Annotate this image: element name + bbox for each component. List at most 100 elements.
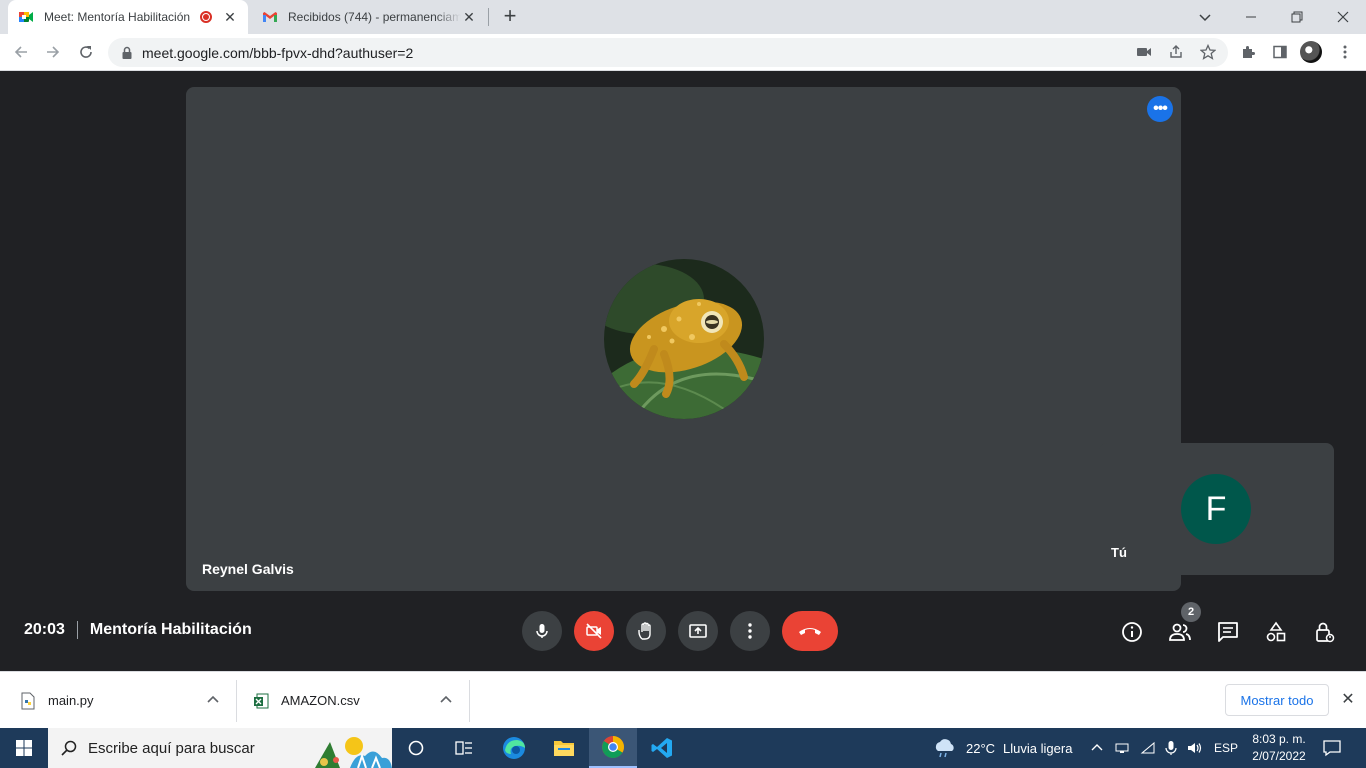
divider <box>236 680 237 722</box>
raise-hand-icon <box>638 622 651 640</box>
chrome-icon <box>602 736 624 758</box>
downloads-bar: main.py AMAZON.csv Mostrar todo ✕ <box>0 671 1366 728</box>
host-controls-button[interactable] <box>1311 619 1337 645</box>
back-arrow-icon[interactable] <box>9 40 33 64</box>
meeting-info-button[interactable] <box>1119 619 1145 645</box>
taskbar-edge[interactable] <box>490 728 538 768</box>
leave-call-button[interactable] <box>782 611 838 651</box>
meeting-time: 20:03 <box>24 621 65 638</box>
task-view-button[interactable] <box>392 728 440 768</box>
participants-count-badge: 2 <box>1181 602 1201 622</box>
edge-browser-icon <box>503 737 525 759</box>
excel-file-icon <box>254 693 269 708</box>
download-item-main-py[interactable]: main.py <box>20 672 94 729</box>
download-filename: main.py <box>48 693 94 708</box>
system-tray-icons[interactable] <box>1090 728 1204 768</box>
side-panel-icon[interactable] <box>1268 40 1292 64</box>
tab-meet[interactable]: Meet: Mentoría Habilitación ✕ <box>8 0 248 34</box>
taskbar-vscode[interactable] <box>638 728 686 768</box>
profile-avatar[interactable] <box>1300 41 1322 63</box>
windows-start-button[interactable] <box>0 728 48 768</box>
self-participant-tile: F Tú <box>1099 443 1334 575</box>
forward-arrow-icon[interactable] <box>41 40 65 64</box>
cortana-circle-icon <box>408 740 424 756</box>
more-vert-icon <box>748 623 752 639</box>
lock-person-icon <box>1316 622 1335 643</box>
restore-button[interactable] <box>1274 0 1320 34</box>
tab-separator <box>488 8 489 26</box>
close-downloads-icon[interactable]: ✕ <box>1338 690 1358 710</box>
taskbar-chrome[interactable] <box>589 728 637 768</box>
present-screen-button[interactable] <box>678 611 718 651</box>
notification-center-icon <box>1323 740 1341 757</box>
volume-icon[interactable] <box>1186 741 1204 755</box>
people-button[interactable] <box>1167 619 1193 645</box>
camera-in-use-icon[interactable] <box>1132 40 1156 64</box>
chat-button[interactable] <box>1215 619 1241 645</box>
address-bar[interactable]: meet.google.com/bbb-fpvx-dhd?authuser=2 <box>108 38 1228 67</box>
present-screen-icon <box>689 624 707 638</box>
input-language[interactable]: ESP <box>1214 728 1238 768</box>
wifi-icon[interactable] <box>1140 741 1156 755</box>
close-tab-icon[interactable]: ✕ <box>461 9 477 25</box>
browser-toolbar: meet.google.com/bbb-fpvx-dhd?authuser=2 <box>0 34 1366 71</box>
notifications-button[interactable] <box>1322 728 1342 768</box>
windows-logo-icon <box>16 740 32 756</box>
system-clock[interactable]: 8:03 p. m. 2/07/2022 <box>1246 731 1312 765</box>
meeting-details: 20:03 Mentoría Habilitación <box>24 621 252 639</box>
microphone-icon <box>536 624 548 638</box>
microphone-icon[interactable] <box>1164 740 1178 756</box>
folder-icon <box>554 741 574 756</box>
meet-stage: ••• Reynel Galvis F Tú 20:03 Mentoría Ha… <box>0 71 1366 671</box>
more-options-icon[interactable]: ••• <box>1147 96 1173 122</box>
minimize-button[interactable] <box>1228 0 1274 34</box>
close-tab-icon[interactable]: ✕ <box>222 9 238 25</box>
task-view-button[interactable] <box>440 728 488 768</box>
download-filename: AMAZON.csv <box>281 693 360 708</box>
frog-photo-image <box>604 259 764 419</box>
chrome-menu-icon[interactable] <box>1333 40 1357 64</box>
taskbar-file-explorer[interactable] <box>540 728 588 768</box>
gmail-icon <box>263 12 277 22</box>
tab-search-icon[interactable] <box>1182 0 1228 34</box>
chevron-up-icon[interactable] <box>205 692 221 708</box>
more-options-button[interactable] <box>730 611 770 651</box>
show-all-downloads-button[interactable]: Mostrar todo <box>1225 684 1329 716</box>
reload-icon[interactable] <box>74 40 98 64</box>
new-tab-button[interactable]: + <box>498 5 522 29</box>
chevron-up-icon[interactable] <box>438 692 454 708</box>
weather-condition: Lluvia ligera <box>1003 740 1073 756</box>
clock-date: 2/07/2022 <box>1252 749 1306 763</box>
network-icon[interactable] <box>1114 741 1130 755</box>
activities-button[interactable] <box>1263 619 1289 645</box>
camera-off-button[interactable] <box>574 611 614 651</box>
browser-tab-strip: Meet: Mentoría Habilitación ✕ Recibidos … <box>0 0 1366 34</box>
self-avatar: F <box>1181 474 1251 544</box>
close-window-button[interactable] <box>1320 0 1366 34</box>
recording-indicator-icon <box>200 11 212 23</box>
share-icon[interactable] <box>1164 40 1188 64</box>
info-icon <box>1122 622 1142 642</box>
chat-icon <box>1218 622 1238 642</box>
weather-widget[interactable]: 22°C Lluvia ligera <box>932 728 1072 768</box>
main-participant-tile: ••• Reynel Galvis <box>186 87 1181 591</box>
main-participant-name: Reynel Galvis <box>202 561 294 577</box>
microphone-button[interactable] <box>522 611 562 651</box>
bookmark-star-icon[interactable] <box>1196 40 1220 64</box>
task-view-icon <box>455 741 472 755</box>
rain-cloud-icon <box>935 739 954 758</box>
search-highlight-illustration-icon <box>315 737 392 768</box>
search-icon <box>61 740 77 756</box>
tab-title: Meet: Mentoría Habilitación <box>44 10 191 24</box>
download-item-amazon-csv[interactable]: AMAZON.csv <box>253 672 360 729</box>
raise-hand-button[interactable] <box>626 611 666 651</box>
tab-gmail[interactable]: Recibidos (744) - permanenciamintic ✕ <box>252 0 487 34</box>
lock-icon <box>122 46 132 59</box>
weather-temp: 22°C <box>966 740 996 756</box>
url-text: meet.google.com/bbb-fpvx-dhd?authuser=2 <box>142 44 414 61</box>
chevron-up-icon[interactable] <box>1090 741 1104 755</box>
search-placeholder: Escribe aquí para buscar <box>88 739 255 757</box>
extensions-puzzle-icon[interactable] <box>1236 40 1260 64</box>
clock-time: 8:03 p. m. <box>1252 732 1306 746</box>
meeting-title: Mentoría Habilitación <box>89 621 252 638</box>
